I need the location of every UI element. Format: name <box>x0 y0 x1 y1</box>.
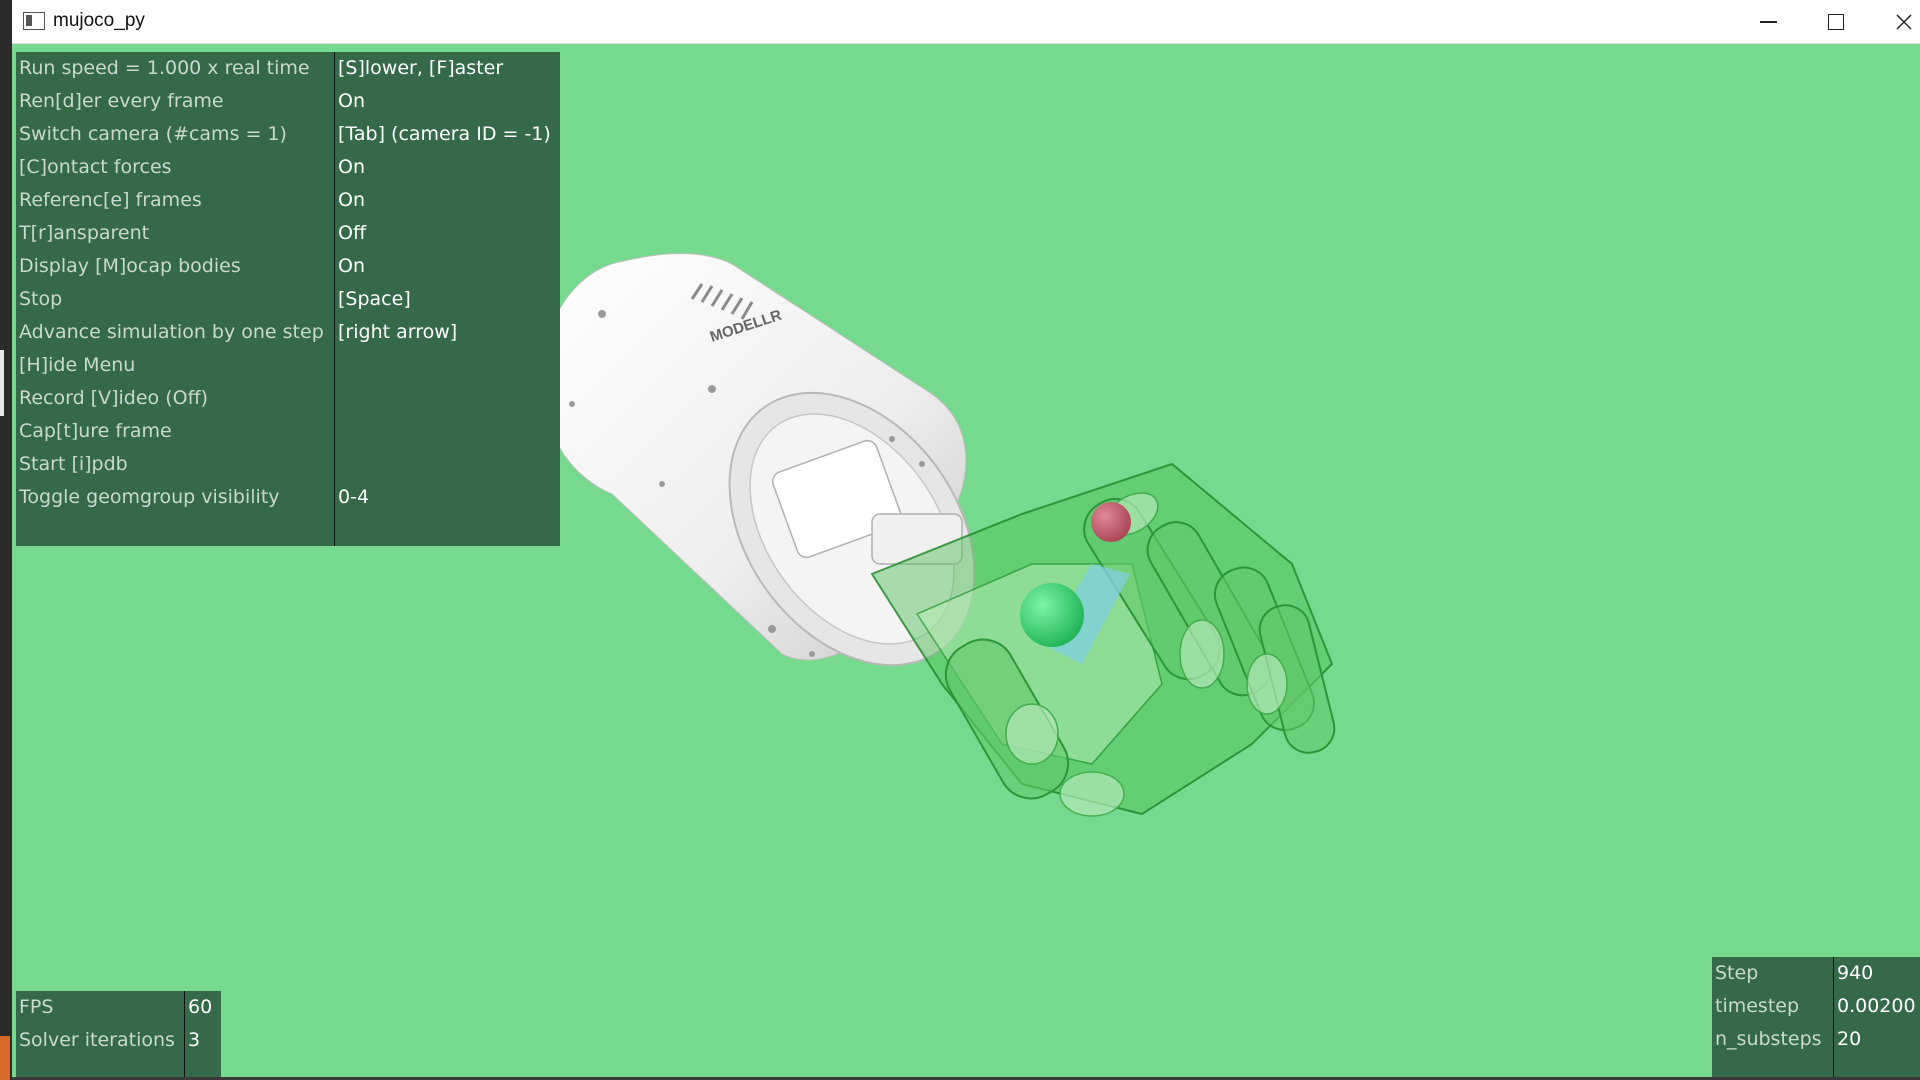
mujoco-window: mujoco_py MODELLR Run speed = 1.000 x re… <box>0 0 1920 1080</box>
help-menu-overlay: Run speed = 1.000 x real time Ren[d]er e… <box>16 52 560 546</box>
menu-value: On <box>338 90 365 112</box>
menu-divider <box>334 52 335 546</box>
fps-stats-overlay: FPS Solver iterations 60 3 <box>16 991 221 1078</box>
menu-label: Stop <box>19 288 63 310</box>
menu-value: On <box>338 255 365 277</box>
window-title: mujoco_py <box>53 10 145 31</box>
close-icon <box>1896 14 1912 30</box>
menu-value: [Tab] (camera ID = -1) <box>338 123 551 145</box>
maximize-icon <box>1828 14 1844 30</box>
menu-value: [S]lower, [F]aster <box>338 57 504 79</box>
menu-labels: Run speed = 1.000 x real time Ren[d]er e… <box>19 52 324 514</box>
menu-value: [right arrow] <box>338 321 458 343</box>
fps-label: FPS <box>19 996 54 1018</box>
step-value: 940 <box>1837 962 1874 984</box>
menu-label: Start [i]pdb <box>19 453 128 475</box>
menu-label: [C]ontact forces <box>19 156 172 178</box>
menu-label: Toggle geomgroup visibility <box>19 486 280 508</box>
taskbar-edge <box>0 0 12 1080</box>
menu-label: Run speed = 1.000 x real time <box>19 57 310 79</box>
simulation-viewport[interactable]: MODELLR Run speed = 1.000 x real time Re… <box>12 44 1920 1078</box>
close-button[interactable] <box>1870 0 1920 44</box>
menu-value <box>338 415 551 448</box>
menu-value: On <box>338 189 365 211</box>
menu-label: Advance simulation by one step <box>19 321 324 343</box>
stats-values: 940 0.00200 20 <box>1837 957 1916 1056</box>
menu-value <box>338 349 551 382</box>
menu-label: Referenc[e] frames <box>19 189 202 211</box>
menu-label: Cap[t]ure frame <box>19 420 172 442</box>
menu-value <box>338 382 551 415</box>
n-substeps-label: n_substeps <box>1715 1028 1822 1050</box>
taskbar-app-icon[interactable] <box>0 1036 10 1080</box>
fps-value: 60 <box>188 996 213 1018</box>
step-stats-overlay: Step timestep n_substeps 940 0.00200 20 <box>1712 957 1920 1078</box>
stats-labels: Step timestep n_substeps <box>1715 957 1822 1056</box>
menu-value <box>338 448 551 481</box>
target-sphere <box>1091 502 1131 542</box>
menu-label: Ren[d]er every frame <box>19 90 224 112</box>
taskbar-indicator <box>0 350 4 416</box>
stats-divider <box>184 991 185 1078</box>
menu-label: [H]ide Menu <box>19 354 136 376</box>
menu-value: Off <box>338 222 367 244</box>
maximize-button[interactable] <box>1802 0 1870 44</box>
menu-label: Display [M]ocap bodies <box>19 255 241 277</box>
menu-label: Switch camera (#cams = 1) <box>19 123 287 145</box>
timestep-value: 0.00200 <box>1837 995 1916 1017</box>
stats-values: 60 3 <box>188 991 212 1057</box>
solver-iterations-value: 3 <box>188 1029 201 1051</box>
menu-value: [Space] <box>338 288 411 310</box>
solver-iterations-label: Solver iterations <box>19 1029 175 1051</box>
stats-labels: FPS Solver iterations <box>19 991 175 1057</box>
timestep-label: timestep <box>1715 995 1800 1017</box>
minimize-icon <box>1759 21 1777 23</box>
menu-values: [S]lower, [F]aster On [Tab] (camera ID =… <box>338 52 551 514</box>
menu-value: On <box>338 156 365 178</box>
menu-label: T[r]ansparent <box>19 222 150 244</box>
minimize-button[interactable] <box>1734 0 1802 44</box>
title-bar[interactable]: mujoco_py <box>12 0 1920 44</box>
menu-value: 0-4 <box>338 486 370 508</box>
n-substeps-value: 20 <box>1837 1028 1862 1050</box>
step-label: Step <box>1715 962 1759 984</box>
app-icon <box>23 12 45 30</box>
stats-divider <box>1833 957 1834 1078</box>
menu-label: Record [V]ideo (Off) <box>19 387 209 409</box>
object-ball <box>1020 583 1084 647</box>
